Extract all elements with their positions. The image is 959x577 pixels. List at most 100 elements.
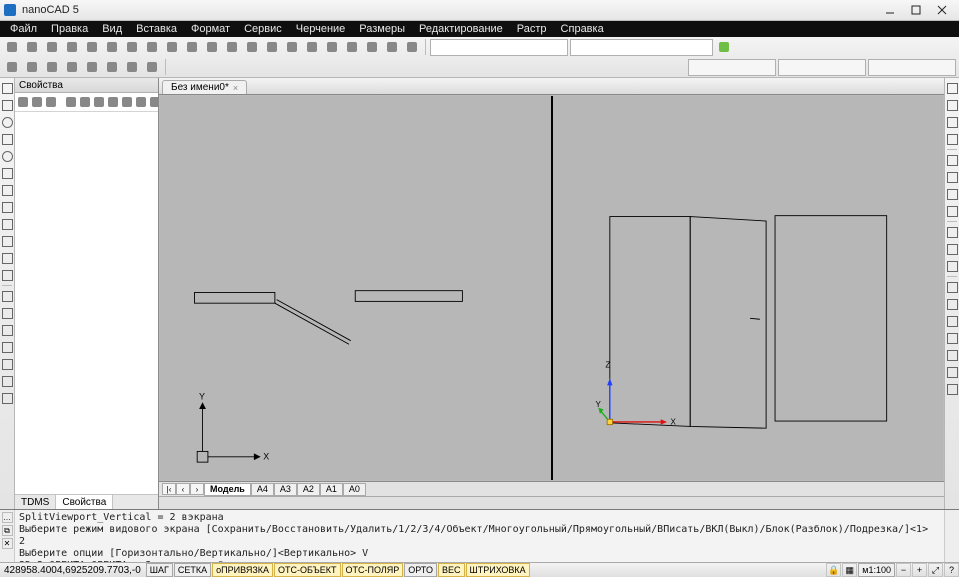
viewport-right[interactable]: Z Y X — [551, 96, 944, 480]
viewport-left[interactable]: X Y — [160, 96, 551, 480]
copy-icon[interactable] — [0, 306, 14, 320]
panel-add-icon[interactable] — [79, 94, 91, 110]
property-slot-1[interactable] — [778, 59, 866, 76]
panel-pick-icon[interactable] — [17, 94, 29, 110]
menu-редактирование[interactable]: Редактирование — [413, 23, 509, 35]
panel-a-icon[interactable] — [121, 94, 133, 110]
layers-icon[interactable] — [383, 38, 401, 56]
zoom-out-icon[interactable]: − — [896, 563, 911, 577]
byLayer-icon[interactable] — [3, 58, 21, 76]
layer-dropdown[interactable] — [430, 39, 568, 56]
arc-icon[interactable] — [0, 132, 14, 146]
status-ВЕС[interactable]: ВЕС — [438, 563, 465, 577]
property-slot-0[interactable] — [688, 59, 776, 76]
layout-tab-A2[interactable]: A2 — [297, 483, 320, 496]
minimize-button[interactable] — [877, 2, 903, 18]
lineweight-icon[interactable] — [43, 58, 61, 76]
col2-icon[interactable] — [945, 297, 959, 311]
cyl-icon[interactable] — [945, 132, 959, 146]
zoom-ext-icon[interactable]: ⤢ — [928, 563, 943, 577]
panel-filter-icon[interactable] — [31, 94, 43, 110]
document-tab[interactable]: Без имени0* × — [162, 80, 247, 94]
status-оПРИВЯЗКА[interactable]: оПРИВЯЗКА — [212, 563, 273, 577]
lock-icon[interactable]: 🔒 — [826, 563, 841, 577]
pline-icon[interactable] — [0, 183, 14, 197]
id-icon[interactable] — [945, 259, 959, 273]
point-icon[interactable] — [0, 217, 14, 231]
horizontal-scrollbar[interactable] — [159, 496, 944, 509]
status-ОТС-ОБЪЕКТ[interactable]: ОТС-ОБЪЕКТ — [274, 563, 340, 577]
scale-display[interactable]: м1:100 — [858, 563, 895, 577]
col3-icon[interactable] — [945, 314, 959, 328]
status-ШАГ[interactable]: ШАГ — [146, 563, 173, 577]
print-icon[interactable] — [63, 38, 81, 56]
save-icon[interactable] — [43, 38, 61, 56]
redo-icon[interactable] — [183, 38, 201, 56]
col1-icon[interactable] — [945, 280, 959, 294]
mirror-icon[interactable] — [0, 357, 14, 371]
cut-icon[interactable] — [123, 38, 141, 56]
maximize-button[interactable] — [903, 2, 929, 18]
menu-файл[interactable]: Файл — [4, 23, 43, 35]
menu-размеры[interactable]: Размеры — [353, 23, 411, 35]
color-icon[interactable] — [23, 58, 41, 76]
undo-icon[interactable] — [163, 38, 181, 56]
property-slot-2[interactable] — [868, 59, 956, 76]
cmd-copy-icon[interactable]: ⧉ — [2, 525, 13, 536]
open-doc-icon[interactable] — [23, 38, 41, 56]
help-icon[interactable] — [403, 38, 421, 56]
style-dropdown[interactable] — [570, 39, 713, 56]
textstyle-icon[interactable] — [103, 58, 121, 76]
layout-tab-A1[interactable]: A1 — [320, 483, 343, 496]
panel-tab-tdms[interactable]: TDMS — [15, 495, 56, 509]
command-log[interactable]: SplitViewport_Vertical = 2 вэкрана Выбер… — [15, 510, 944, 562]
menu-правка[interactable]: Правка — [45, 23, 94, 35]
layout-tab-A0[interactable]: A0 — [343, 483, 366, 496]
layout-tab-A3[interactable]: A3 — [274, 483, 297, 496]
panel-link-icon[interactable] — [65, 94, 77, 110]
cmd-clear-icon[interactable]: ✕ — [2, 538, 13, 549]
menu-справка[interactable]: Справка — [555, 23, 610, 35]
help-icon[interactable]: ? — [944, 563, 959, 577]
panel-ortho-icon[interactable] — [93, 94, 105, 110]
paste-icon[interactable] — [143, 38, 161, 56]
status-ШТРИХОВКА[interactable]: ШТРИХОВКА — [466, 563, 530, 577]
sphere-icon[interactable] — [945, 115, 959, 129]
status-СЕТКА[interactable]: СЕТКА — [174, 563, 211, 577]
col6-icon[interactable] — [945, 365, 959, 379]
menu-вставка[interactable]: Вставка — [130, 23, 183, 35]
move-icon[interactable] — [0, 289, 14, 303]
close-tab-icon[interactable]: × — [233, 83, 238, 93]
regen-icon[interactable] — [303, 38, 321, 56]
menu-черчение[interactable]: Черчение — [290, 23, 352, 35]
mtext-icon[interactable] — [0, 268, 14, 282]
menu-растр[interactable]: Растр — [511, 23, 553, 35]
rotate-icon[interactable] — [0, 323, 14, 337]
col7-icon[interactable] — [945, 382, 959, 396]
ltype-icon[interactable] — [63, 58, 81, 76]
close-button[interactable] — [929, 2, 955, 18]
grid-icon[interactable]: ▦ — [842, 563, 857, 577]
spline-icon[interactable] — [0, 166, 14, 180]
measure-icon[interactable] — [323, 38, 341, 56]
status-ОТС-ПОЛЯР[interactable]: ОТС-ПОЛЯР — [342, 563, 404, 577]
fit-icon[interactable] — [283, 38, 301, 56]
layout-nav-prev[interactable]: ‹ — [176, 483, 190, 495]
plot-style-icon[interactable] — [83, 58, 101, 76]
circle-icon[interactable] — [0, 115, 14, 129]
polygon-icon[interactable] — [0, 200, 14, 214]
menu-вид[interactable]: Вид — [96, 23, 128, 35]
extend-icon[interactable] — [0, 391, 14, 405]
command-scrollbar[interactable] — [944, 510, 959, 562]
col5-icon[interactable] — [945, 348, 959, 362]
orbit-icon[interactable] — [945, 170, 959, 184]
panel-b-icon[interactable] — [135, 94, 147, 110]
pan-icon[interactable] — [203, 38, 221, 56]
box-icon[interactable] — [945, 98, 959, 112]
rect-icon[interactable] — [0, 98, 14, 112]
panel-highlight-icon[interactable] — [45, 94, 57, 110]
preview-icon[interactable] — [83, 38, 101, 56]
3d-icon[interactable] — [945, 81, 959, 95]
new-doc-icon[interactable] — [3, 38, 21, 56]
zoom-ext-icon[interactable] — [945, 204, 959, 218]
